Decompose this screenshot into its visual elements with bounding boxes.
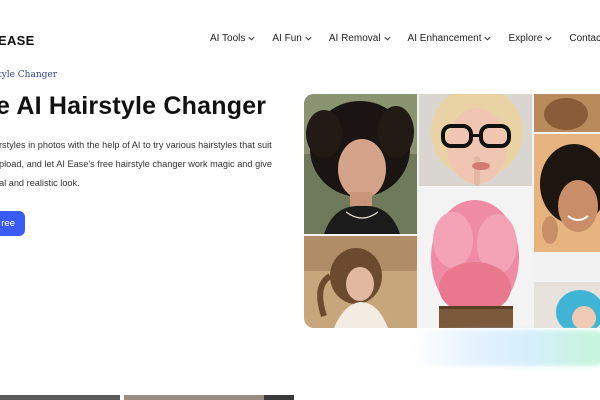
main-menu: AI Tools AI Fun AI Removal AI Enhancemen…: [210, 33, 600, 44]
menu-item-ai-fun[interactable]: AI Fun: [272, 33, 312, 44]
next-section-image: [0, 395, 120, 400]
chevron-down-icon: [545, 36, 552, 41]
photo-curly-dark-hair: [304, 94, 417, 234]
hairstyle-photo-collage: [304, 94, 600, 328]
chevron-down-icon: [248, 36, 255, 41]
menu-item-ai-enhancement[interactable]: AI Enhancement: [408, 33, 492, 44]
menu-item-explore[interactable]: Explore: [508, 33, 552, 44]
description-line: rstyles in photos with the help of AI to…: [0, 140, 272, 150]
chevron-down-icon: [384, 36, 391, 41]
menu-item-label: Contact U: [569, 33, 600, 44]
menu-item-contact[interactable]: Contact U: [569, 33, 600, 44]
menu-item-label: AI Tools: [210, 33, 246, 44]
hero-description: rstyles in photos with the help of AI to…: [0, 136, 299, 193]
next-section-image: [264, 395, 294, 400]
top-nav: EASE AI Tools AI Fun AI Removal AI Enhan…: [0, 0, 600, 78]
description-line: pload, and let AI Ease's free hairstyle …: [0, 159, 272, 169]
photo-smiling-curly: [534, 134, 600, 280]
page-title: e AI Hairstyle Changer: [0, 92, 267, 120]
description-line: al and realistic look.: [0, 178, 80, 188]
photo-pink-curly-hair: [419, 188, 532, 328]
menu-item-label: AI Removal: [328, 33, 381, 44]
menu-item-label: Explore: [508, 33, 543, 44]
chevron-down-icon: [305, 36, 312, 41]
chevron-down-icon: [484, 36, 491, 41]
logo[interactable]: EASE: [0, 33, 35, 48]
menu-item-label: AI Fun: [272, 33, 302, 44]
try-free-button[interactable]: ree: [0, 211, 25, 236]
menu-item-ai-tools[interactable]: AI Tools: [210, 33, 255, 44]
photo-teal-hair: [534, 282, 600, 328]
next-section-image: [124, 395, 264, 400]
photo-windblown-hair: [304, 236, 417, 328]
breadcrumb[interactable]: tyle Changer: [0, 70, 57, 80]
photo-blonde-glasses: [419, 94, 532, 186]
menu-item-ai-removal[interactable]: AI Removal: [329, 33, 391, 44]
photo-partial-top: [534, 94, 600, 132]
decorative-gradient: [410, 330, 600, 366]
menu-item-label: AI Enhancement: [407, 33, 482, 44]
